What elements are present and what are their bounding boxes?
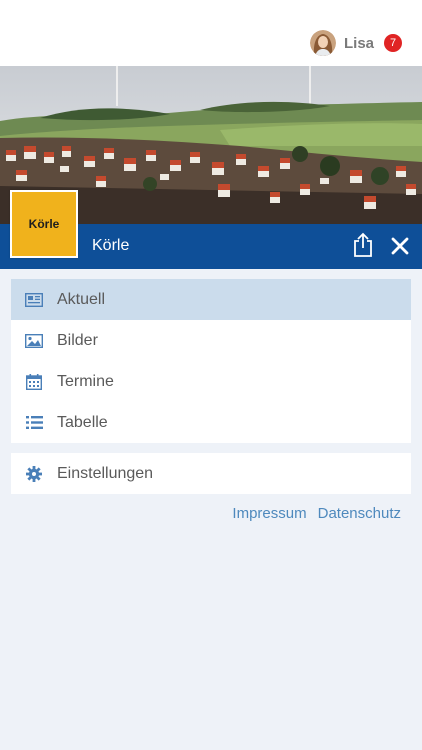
menu-item-aktuell[interactable]: Aktuell <box>11 279 411 320</box>
impressum-link[interactable]: Impressum <box>232 505 306 522</box>
menu-item-label: Bilder <box>57 331 98 349</box>
menu-item-tabelle[interactable]: Tabelle <box>11 402 411 443</box>
share-button[interactable] <box>351 230 375 260</box>
gear-icon <box>25 465 43 482</box>
image-icon <box>25 333 43 349</box>
menu-item-label: Tabelle <box>57 413 108 431</box>
newspaper-icon <box>25 292 43 308</box>
avatar[interactable] <box>309 30 336 56</box>
top-bar: Lisa 7 <box>0 0 422 66</box>
menu-item-termine[interactable]: Termine <box>11 361 411 402</box>
page-title: Körle <box>92 237 130 254</box>
share-icon <box>354 232 372 257</box>
close-icon <box>391 237 409 255</box>
footer-links: Impressum Datenschutz <box>232 505 401 522</box>
notification-badge[interactable]: 7 <box>384 34 402 52</box>
menu-item-bilder[interactable]: Bilder <box>11 320 411 361</box>
club-logo: Körle <box>10 190 78 258</box>
club-logo-text: Körle <box>28 217 60 231</box>
user-menu[interactable]: Lisa 7 <box>309 30 402 56</box>
list-icon <box>25 415 43 431</box>
main-menu: Aktuell Bilder Termine Tabelle <box>11 279 411 443</box>
datenschutz-link[interactable]: Datenschutz <box>318 505 401 522</box>
settings-label: Einstellungen <box>57 464 154 482</box>
menu-item-label: Aktuell <box>57 290 106 308</box>
close-button[interactable] <box>388 234 412 258</box>
menu-item-label: Termine <box>57 372 114 390</box>
menu-item-einstellungen[interactable]: Einstellungen <box>11 453 411 494</box>
user-name[interactable]: Lisa <box>344 35 374 52</box>
calendar-icon <box>25 373 43 390</box>
